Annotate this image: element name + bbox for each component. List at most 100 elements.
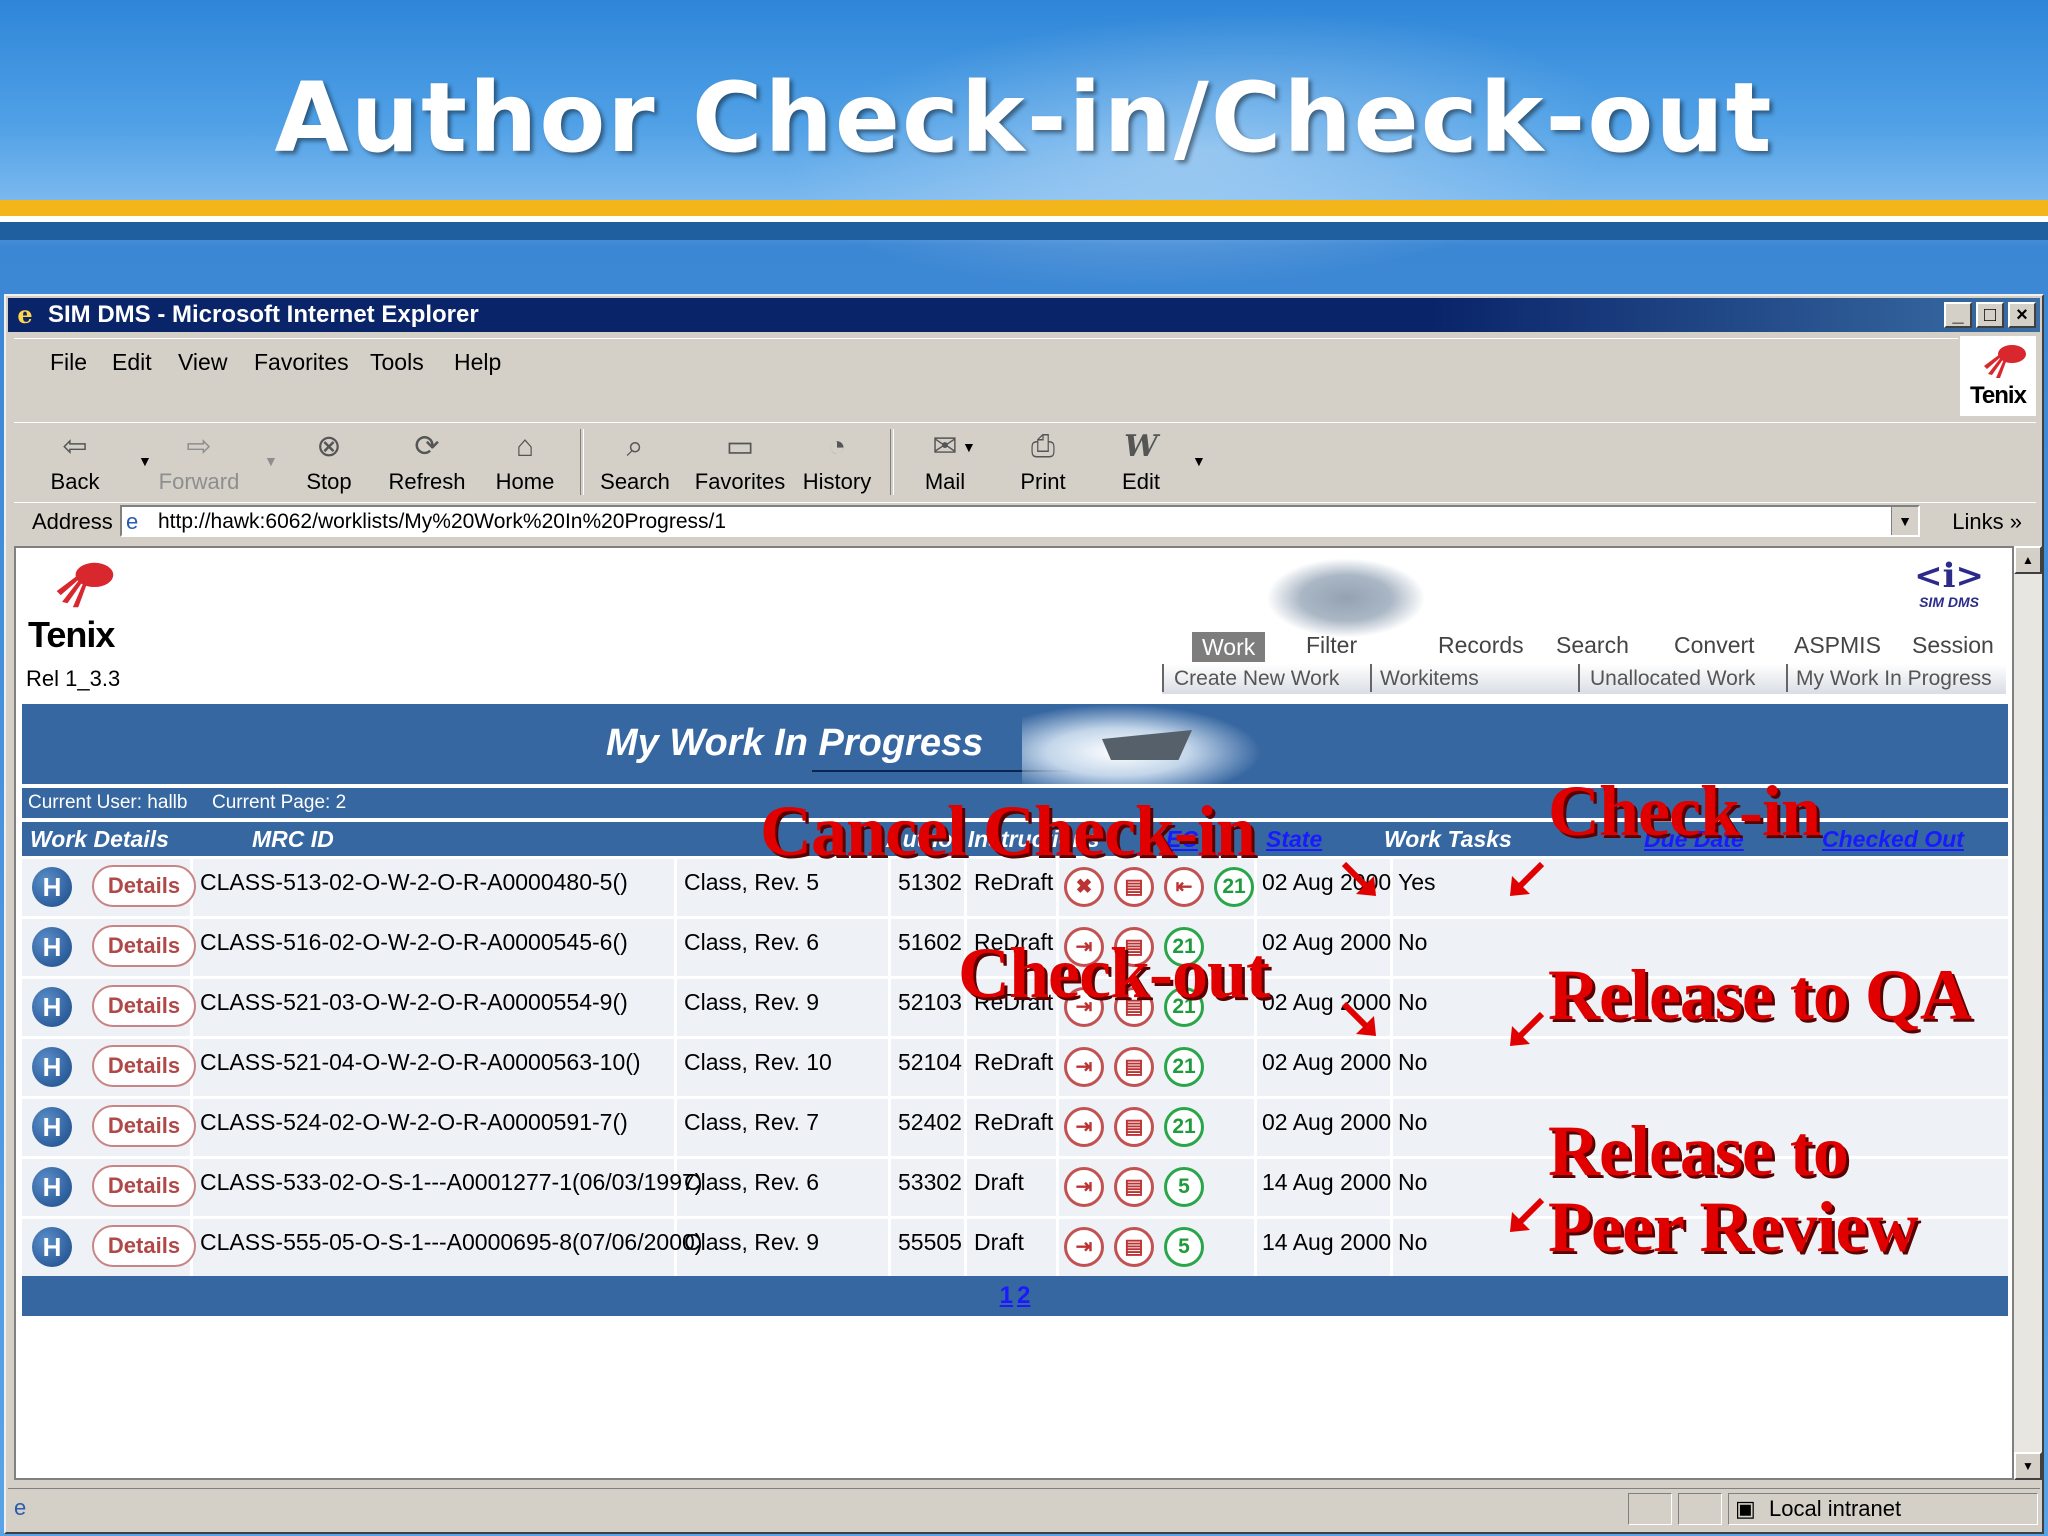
toolbar-forward-button[interactable]: ⇨ Forward bbox=[154, 425, 244, 501]
close-button[interactable]: × bbox=[2008, 302, 2036, 328]
history-button[interactable]: H bbox=[32, 1227, 72, 1267]
checkin-icon[interactable]: ⇤ bbox=[1164, 867, 1204, 907]
arrow-release-qa-icon bbox=[1510, 1011, 1545, 1046]
toolbar-search-button[interactable]: ⌕ Search bbox=[590, 425, 680, 501]
menu-view[interactable]: View bbox=[178, 349, 227, 376]
tab-work[interactable]: Work bbox=[1192, 632, 1266, 662]
subtab-my-work-in-progress[interactable]: My Work In Progress bbox=[1796, 667, 1992, 691]
page-link-2[interactable]: 2 bbox=[1017, 1282, 1030, 1309]
toolbar-print-button[interactable]: ⎙ Print bbox=[998, 425, 1088, 501]
menu-file[interactable]: File bbox=[50, 349, 87, 376]
tab-convert[interactable]: Convert bbox=[1674, 632, 1755, 659]
toolbar-favorites-button[interactable]: ▭ Favorites bbox=[688, 425, 792, 501]
document-icon[interactable]: ▤ bbox=[1114, 1047, 1154, 1087]
document-icon[interactable]: ▤ bbox=[1114, 1107, 1154, 1147]
toolbar-home-button[interactable]: ⌂ Home bbox=[480, 425, 570, 501]
history-button[interactable]: H bbox=[32, 927, 72, 967]
column-separator bbox=[674, 859, 677, 916]
refresh-icon: ⟳ bbox=[414, 430, 440, 463]
tab-session[interactable]: Session bbox=[1912, 632, 1994, 659]
toolbar-edit-button[interactable]: W Edit bbox=[1096, 425, 1186, 501]
details-button[interactable]: Details bbox=[92, 865, 196, 907]
menu-edit[interactable]: Edit bbox=[112, 349, 152, 376]
subtab-workitems[interactable]: Workitems bbox=[1380, 667, 1479, 691]
arrow-checkout-icon bbox=[1341, 1001, 1376, 1036]
details-button[interactable]: Details bbox=[92, 1165, 196, 1207]
menu-favorites[interactable]: Favorites bbox=[254, 349, 349, 376]
release-count-icon[interactable]: 21 bbox=[1164, 1047, 1204, 1087]
cell-checked-out: No bbox=[1398, 1109, 1428, 1135]
column-separator bbox=[964, 1039, 967, 1096]
toolbar-history-button[interactable]: ◔ History bbox=[792, 425, 882, 501]
scroll-down-icon[interactable]: ▼ bbox=[2014, 1452, 2042, 1480]
subtab-unallocated-work[interactable]: Unallocated Work bbox=[1590, 667, 1755, 691]
checkout-icon[interactable]: ⇥ bbox=[1064, 1227, 1104, 1267]
document-icon[interactable]: ▤ bbox=[1114, 1227, 1154, 1267]
tab-aspmis[interactable]: ASPMIS bbox=[1794, 632, 1881, 659]
document-icon[interactable]: ▤ bbox=[1114, 867, 1154, 907]
cancel-checkin-icon[interactable]: ✖ bbox=[1064, 867, 1104, 907]
column-separator bbox=[888, 1219, 891, 1276]
details-button[interactable]: Details bbox=[92, 985, 196, 1027]
mail-dropdown-icon[interactable]: ▼ bbox=[962, 439, 976, 455]
address-dropdown-icon[interactable]: ▼ bbox=[1891, 507, 1918, 535]
release-count-icon[interactable]: 21 bbox=[1164, 1107, 1204, 1147]
address-url[interactable]: http://hawk:6062/worklists/My%20Work%20I… bbox=[158, 510, 726, 534]
toolbar-mail-button[interactable]: ✉ Mail bbox=[900, 425, 990, 501]
cell-ec: 52103 bbox=[898, 989, 962, 1015]
details-button[interactable]: Details bbox=[92, 1045, 196, 1087]
links-button[interactable]: Links » bbox=[1952, 509, 2022, 535]
maximize-button[interactable]: □ bbox=[1976, 302, 2004, 328]
back-dropdown-icon[interactable]: ▼ bbox=[138, 453, 152, 469]
window-titlebar[interactable]: e SIM DMS - Microsoft Internet Explorer … bbox=[8, 298, 2040, 332]
toolbar-separator bbox=[890, 429, 894, 495]
column-separator bbox=[1056, 1099, 1059, 1156]
history-button[interactable]: H bbox=[32, 867, 72, 907]
table-row: H Details CLASS-521-04-O-W-2-O-R-A0000563-… bbox=[22, 1036, 2008, 1096]
checkout-icon[interactable]: ⇥ bbox=[1064, 1047, 1104, 1087]
column-separator bbox=[1254, 1159, 1257, 1216]
tab-search[interactable]: Search bbox=[1556, 632, 1629, 659]
tenix-fan-icon bbox=[56, 562, 114, 608]
history-button[interactable]: H bbox=[32, 1047, 72, 1087]
cell-due-date: 02 Aug 2000 bbox=[1262, 929, 1392, 955]
history-button[interactable]: H bbox=[32, 987, 72, 1027]
status-zone: Local intranet bbox=[1769, 1496, 1902, 1521]
cell-checked-out: No bbox=[1398, 989, 1428, 1015]
page-title: My Work In Progress bbox=[606, 722, 984, 764]
forward-dropdown-icon[interactable]: ▼ bbox=[264, 453, 278, 469]
address-input[interactable]: e http://hawk:6062/worklists/My%20Work%2… bbox=[120, 505, 1920, 537]
menu-help[interactable]: Help bbox=[454, 349, 501, 376]
col-state[interactable]: State bbox=[1266, 822, 1322, 856]
checkout-icon[interactable]: ⇥ bbox=[1064, 1107, 1104, 1147]
document-icon[interactable]: ▤ bbox=[1114, 1167, 1154, 1207]
tab-records[interactable]: Records bbox=[1438, 632, 1524, 659]
release-count-icon[interactable]: 21 bbox=[1214, 867, 1254, 907]
tab-filter[interactable]: Filter bbox=[1306, 632, 1357, 659]
minimize-button[interactable]: _ bbox=[1944, 302, 1972, 328]
history-button[interactable]: H bbox=[32, 1167, 72, 1207]
release-count-icon[interactable]: 5 bbox=[1164, 1227, 1204, 1267]
subtab-create-new-work[interactable]: Create New Work bbox=[1174, 667, 1339, 691]
col-work-details: Work Details bbox=[30, 826, 169, 852]
page-link-1[interactable]: 1 bbox=[1000, 1282, 1013, 1309]
details-button[interactable]: Details bbox=[92, 925, 196, 967]
cell-mrc-id: CLASS-555-05-O-S-1---A0000695-8(07/06/20… bbox=[200, 1229, 703, 1255]
release-count-icon[interactable]: 5 bbox=[1164, 1167, 1204, 1207]
cell-checked-out: No bbox=[1398, 929, 1428, 955]
vertical-scrollbar[interactable]: ▲ ▼ bbox=[2014, 546, 2042, 1480]
page-icon: e bbox=[126, 509, 139, 534]
column-separator bbox=[964, 1219, 967, 1276]
toolbar-refresh-button[interactable]: ⟳ Refresh bbox=[382, 425, 472, 501]
details-button[interactable]: Details bbox=[92, 1225, 196, 1267]
toolbar-stop-button[interactable]: ⊗ Stop bbox=[284, 425, 374, 501]
history-button[interactable]: H bbox=[32, 1107, 72, 1147]
scroll-up-icon[interactable]: ▲ bbox=[2014, 546, 2042, 574]
column-separator bbox=[1056, 1219, 1059, 1276]
menu-tools[interactable]: Tools bbox=[370, 349, 424, 376]
col-checked-out[interactable]: Checked Out bbox=[1822, 822, 1964, 856]
edit-dropdown-icon[interactable]: ▼ bbox=[1192, 453, 1206, 469]
checkout-icon[interactable]: ⇥ bbox=[1064, 1167, 1104, 1207]
toolbar-back-button[interactable]: ⇦ Back bbox=[30, 425, 120, 501]
details-button[interactable]: Details bbox=[92, 1105, 196, 1147]
